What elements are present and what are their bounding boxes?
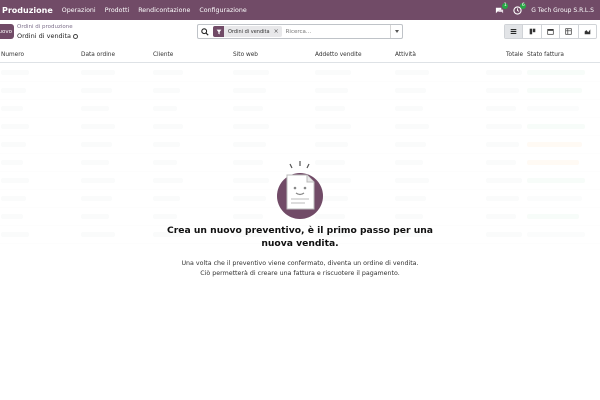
col-numero[interactable]: Numero (1, 52, 24, 58)
menu-prodotti[interactable]: Prodotti (105, 7, 130, 14)
helper-line-1: Una volta che il preventivo viene confer… (181, 260, 419, 267)
helper-description: Una volta che il preventivo viene confer… (150, 259, 450, 279)
new-button[interactable]: Nuovo (0, 24, 14, 39)
breadcrumb: Ordini di produzione Ordini di vendita (17, 23, 79, 41)
list-icon (510, 29, 517, 34)
gear-icon[interactable] (73, 33, 79, 39)
control-panel: Nuovo Ordini di produzione Ordini di ven… (0, 20, 600, 44)
quotation-document-icon (277, 161, 323, 219)
col-stato-fattura[interactable]: Stato fattura (527, 52, 564, 58)
messages-badge: 1 (502, 2, 509, 9)
search-bar: Ordini di vendita × (197, 24, 403, 39)
pivot-table-icon (565, 28, 573, 35)
calendar-view-button[interactable] (541, 25, 561, 38)
kanban-view-button[interactable] (523, 25, 542, 38)
menu-rendicontazione[interactable]: Rendicontazione (138, 7, 190, 14)
view-switcher (504, 24, 597, 39)
helper-line-2: Ciò permetterà di creare una fattura e r… (200, 270, 400, 277)
messages-icon[interactable]: 1 (495, 2, 509, 15)
col-totale[interactable]: Totale (506, 52, 523, 58)
facet-label: Ordini di vendita (228, 28, 270, 35)
company-name[interactable]: G Tech Group S.R.L.S (531, 7, 594, 14)
activities-badge: 6 (520, 2, 527, 9)
calendar-icon (547, 29, 554, 35)
col-sito-web[interactable]: Sito web (233, 52, 258, 58)
menu-operazioni[interactable]: Operazioni (62, 7, 96, 14)
search-icon (201, 25, 211, 38)
table-header: Numero Data ordine Cliente Sito web Adde… (0, 49, 600, 63)
caret-down-icon (394, 30, 399, 33)
col-attivita[interactable]: Attività (395, 52, 416, 58)
col-addetto-vendite[interactable]: Addetto vendite (315, 52, 362, 58)
top-navbar: Produzione Operazioni Prodotti Rendicont… (0, 0, 600, 20)
app-name[interactable]: Produzione (0, 6, 53, 15)
empty-state-helper: Crea un nuovo preventivo, è il primo pas… (150, 160, 450, 279)
pivot-view-button[interactable] (560, 25, 579, 38)
graph-view-button[interactable] (578, 25, 596, 38)
menu-configurazione[interactable]: Configurazione (199, 7, 246, 14)
navbar-systray: 1 6 G Tech Group S.R.L.S (495, 0, 594, 20)
search-facet: Ordini di vendita × (213, 26, 282, 37)
area-chart-icon (584, 29, 591, 35)
main-menu: Operazioni Prodotti Rendicontazione Conf… (62, 7, 247, 14)
helper-title: Crea un nuovo preventivo, è il primo pas… (166, 225, 434, 249)
breadcrumb-parent[interactable]: Ordini di produzione (17, 23, 78, 32)
activities-clock-icon[interactable]: 6 (513, 2, 527, 15)
breadcrumb-current: Ordini di vendita (17, 32, 72, 40)
search-input[interactable] (281, 26, 390, 37)
breadcrumb-current-wrap: Ordini di vendita (17, 32, 79, 41)
search-options-toggle[interactable] (390, 25, 402, 38)
filter-icon (213, 26, 224, 37)
col-data-ordine[interactable]: Data ordine (81, 52, 115, 58)
remove-facet-icon[interactable]: × (274, 28, 282, 35)
list-view-button[interactable] (505, 25, 524, 38)
kanban-icon (529, 28, 535, 35)
col-cliente[interactable]: Cliente (153, 52, 173, 58)
